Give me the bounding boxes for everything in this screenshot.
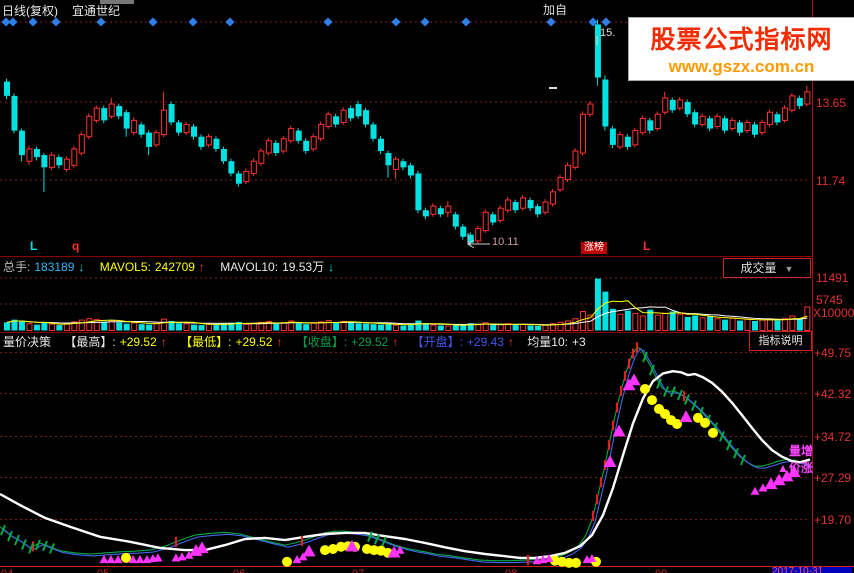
volume-tick: 5745	[816, 293, 843, 307]
low-arrow-icon: ↑	[276, 335, 283, 349]
zongshou-arrow-icon: ↓	[78, 260, 85, 274]
period-label: 日线(复权)	[2, 4, 58, 18]
signal-label-volume-up: 量增	[789, 444, 814, 458]
volume-indicator-dropdown[interactable]: 成交量 ▼	[723, 258, 811, 278]
price-tick: 13.65	[816, 96, 847, 110]
watermark-url: www.gszx.com.cn	[668, 57, 815, 76]
high-arrow-icon: ↑	[160, 335, 167, 349]
indicator-tick: +19.70	[814, 513, 852, 527]
close-arrow-icon: ↑	[392, 335, 399, 349]
chart-title-row: 日线(复权) 宜通世纪	[2, 5, 134, 17]
zongshou-value: 183189	[34, 260, 75, 274]
low-field-value: +29.52	[235, 335, 273, 349]
watermark-banner: 股票公式指标网 www.gszx.com.cn	[628, 17, 854, 81]
time-axis-label: 04	[1, 568, 13, 573]
close-field-value: +29.52	[351, 335, 389, 349]
indicator-help-button[interactable]: 指标说明	[749, 331, 812, 351]
open-field-label: 【开盘】:	[411, 335, 463, 349]
low-price-label: 10.11	[492, 236, 519, 248]
signal-letter-q: q	[72, 239, 80, 253]
zongshou-label: 总手:	[3, 260, 31, 274]
chevron-down-icon: ▼	[784, 264, 794, 274]
mavol5-arrow-icon: ↑	[198, 260, 205, 274]
signal-letter-l-cyan: L	[30, 239, 38, 253]
mavol5-value: 242709	[154, 260, 195, 274]
indicator-name: 量价决策	[3, 335, 52, 349]
time-axis-label: 05	[97, 568, 109, 573]
chart-canvas	[0, 0, 854, 573]
indicator-header-row: 量价决策 【最高】: +29.52 ↑ 【最低】: +29.52 ↑ 【收盘】: +29.…	[3, 336, 590, 348]
mavol10-arrow-icon: ↓	[328, 260, 335, 274]
mavol10-value: 19.53万	[282, 260, 325, 274]
indicator-tick: +27.29	[814, 471, 852, 485]
zhangbang-badge[interactable]: 涨榜	[581, 242, 607, 254]
price-tick: 11.74	[816, 174, 846, 188]
time-axis-label: 06	[233, 568, 245, 573]
indicator-tick: +42.32	[814, 387, 852, 401]
open-field-value: +29.43	[466, 335, 504, 349]
mavol10-label: MAVOL10:	[220, 260, 279, 274]
high-field-value: +29.52	[119, 335, 157, 349]
close-field-label: 【收盘】:	[295, 335, 348, 349]
volume-tick: 11491	[816, 271, 849, 285]
high-field-label: 【最高】:	[64, 335, 116, 349]
indicator-tick: +34.72	[814, 430, 852, 444]
indicator-tick: +49.75	[814, 346, 852, 360]
trading-app-window: 日线(复权) 宜通世纪 加自 股票公式指标网 www.gszx.com.cn L …	[0, 0, 854, 573]
time-axis-label: 09	[655, 568, 667, 573]
low-field-label: 【最低】:	[180, 335, 232, 349]
time-axis-label: 07	[352, 568, 364, 573]
signal-label-price-up: ▲价涨	[777, 461, 813, 475]
junliang-value: +3	[571, 335, 586, 349]
selected-date-fragment: 2017-10-31	[772, 567, 852, 573]
volume-header-row: 总手: 183189 ↓ MAVOL5: 242709 ↑ MAVOL10: 19.53万…	[3, 261, 338, 273]
mavol5-label: MAVOL5:	[99, 260, 151, 274]
open-arrow-icon: ↑	[507, 335, 514, 349]
toolbar-fragment[interactable]: 加自	[543, 4, 567, 16]
time-axis-label: 08	[505, 568, 517, 573]
dropdown-label: 成交量	[740, 261, 777, 275]
junliang-label: 均量10:	[527, 335, 568, 349]
watermark-title: 股票公式指标网	[650, 26, 833, 54]
high-price-label: 15.	[600, 27, 616, 39]
stock-name: 宜通世纪	[72, 4, 121, 18]
signal-letter-l-red: L	[643, 239, 651, 253]
volume-unit-label: X10000	[813, 306, 854, 320]
